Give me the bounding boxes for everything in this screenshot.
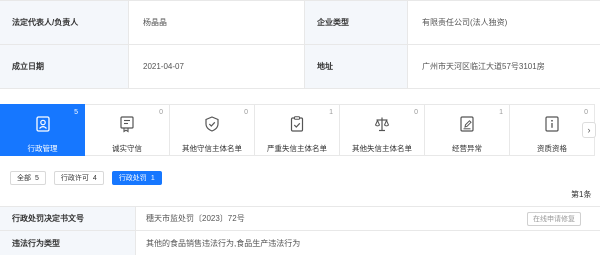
filter-admin-license[interactable]: 行政许可 4 — [53, 171, 104, 185]
founded-date-value: 2021-04-07 — [129, 45, 305, 88]
filter-admin-penalty[interactable]: 行政处罚 1 — [111, 171, 162, 185]
document-user-icon — [35, 116, 50, 132]
table-row: 违法行为类型 其他的食品销售违法行为,食品生产违法行为 — [0, 231, 600, 255]
address-label: 地址 — [305, 45, 408, 88]
filter-count: 1 — [150, 174, 155, 182]
info-row: 法定代表人/负责人 杨晶晶 企业类型 有限责任公司(法人独资) — [0, 1, 600, 45]
company-type-value: 有限责任公司(法人独资) — [408, 1, 600, 44]
tab-abnormal-operation[interactable]: 1 经营异常 — [425, 104, 510, 156]
certificate-icon — [120, 116, 134, 133]
record-index: 第1条 — [571, 190, 592, 199]
violation-type-value: 其他的食品销售违法行为,食品生产违法行为 — [146, 238, 301, 248]
chevron-right-icon: › — [587, 125, 591, 135]
address-value: 广州市天河区临江大道57号3101房 — [408, 45, 600, 88]
tab-count: 0 — [159, 109, 163, 116]
company-info-table: 法定代表人/负责人 杨晶晶 企业类型 有限责任公司(法人独资) 成立日期 202… — [0, 0, 600, 89]
tab-label: 诚实守信 — [112, 144, 142, 153]
filter-label: 行政许可 — [60, 175, 89, 182]
filter-count: 5 — [35, 174, 39, 182]
tab-count: 1 — [499, 109, 503, 116]
record-filters: 全部 5 行政许可 4 行政处罚 1 — [10, 171, 162, 185]
clipboard-check-icon — [290, 116, 304, 132]
document-edit-icon — [460, 116, 474, 132]
shield-check-icon — [205, 116, 219, 132]
table-row: 行政处罚决定书文号 穗天市监处罚〔2023〕72号 在线申请修复 — [0, 207, 600, 231]
tab-label: 行政管理 — [27, 144, 58, 153]
info-row: 成立日期 2021-04-07 地址 广州市天河区临江大道57号3101房 — [0, 45, 600, 89]
tabs-next-button[interactable]: › — [582, 122, 596, 138]
filter-label: 全部 — [17, 175, 31, 182]
tab-count: 0 — [244, 109, 248, 116]
filter-count: 4 — [92, 174, 97, 182]
company-type-label: 企业类型 — [305, 1, 408, 44]
tab-label: 其他守信主体名单 — [182, 144, 242, 153]
online-repair-button[interactable]: 在线申请修复 — [527, 212, 581, 226]
filter-label: 行政处罚 — [118, 175, 147, 182]
tab-count: 0 — [414, 109, 418, 116]
legal-rep-label: 法定代表人/负责人 — [0, 1, 129, 44]
penalty-detail-table: 行政处罚决定书文号 穗天市监处罚〔2023〕72号 在线申请修复 违法行为类型 … — [0, 206, 600, 255]
tab-other-dishonest-list[interactable]: 0 其他失信主体名单 — [340, 104, 425, 156]
tab-count: 5 — [74, 109, 78, 116]
tab-admin-management[interactable]: 5 行政管理 — [0, 104, 85, 156]
tab-label: 其他失信主体名单 — [352, 144, 412, 153]
tab-label: 经营异常 — [452, 144, 482, 153]
tab-honest-credit[interactable]: 0 诚实守信 — [85, 104, 170, 156]
scales-icon — [374, 117, 390, 132]
document-info-icon — [545, 116, 559, 132]
tab-label: 严重失信主体名单 — [267, 144, 327, 153]
tab-count: 1 — [329, 109, 333, 116]
filter-all[interactable]: 全部 5 — [10, 171, 46, 185]
credit-category-tabs: 5 行政管理 0 诚实守信 0 其他守信主体名单 1 严重失信主体名单 0 其他… — [0, 104, 600, 156]
penalty-number-label: 行政处罚决定书文号 — [0, 207, 136, 230]
legal-rep-value: 杨晶晶 — [129, 1, 305, 44]
tab-serious-dishonest-list[interactable]: 1 严重失信主体名单 — [255, 104, 340, 156]
tab-other-trust-list[interactable]: 0 其他守信主体名单 — [170, 104, 255, 156]
tab-count: 0 — [584, 109, 588, 116]
tab-label: 资质资格 — [537, 144, 567, 153]
founded-date-label: 成立日期 — [0, 45, 129, 88]
violation-type-label: 违法行为类型 — [0, 231, 136, 255]
